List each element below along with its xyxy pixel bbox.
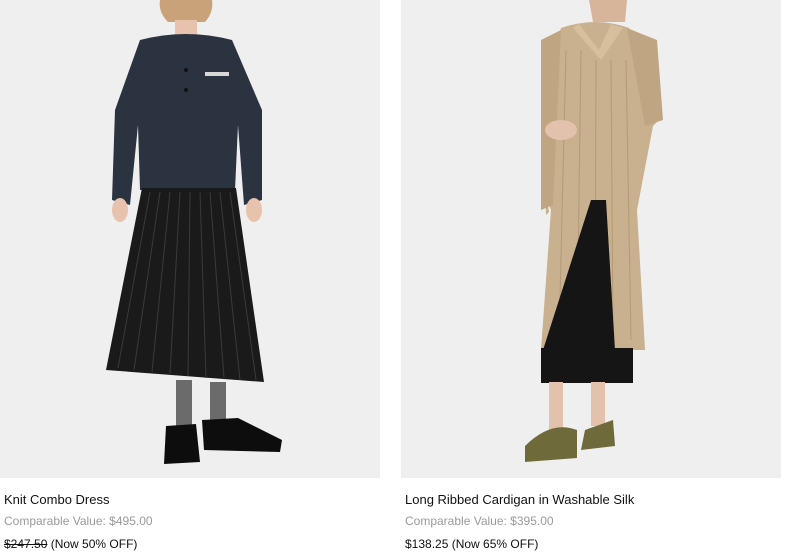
product-name[interactable]: Knit Combo Dress bbox=[4, 492, 109, 507]
product-name[interactable]: Long Ribbed Cardigan in Washable Silk bbox=[405, 492, 634, 507]
product-image[interactable] bbox=[401, 0, 781, 478]
price-line: $138.25 (Now 65% OFF) bbox=[405, 537, 538, 551]
comparable-value: Comparable Value: $395.00 bbox=[405, 514, 554, 528]
product-photo-knit-combo-dress bbox=[0, 0, 380, 478]
product-image[interactable] bbox=[0, 0, 380, 478]
sale-price: $138.25 bbox=[405, 537, 449, 551]
product-card-knit-combo-dress[interactable]: Knit Combo Dress Comparable Value: $495.… bbox=[0, 0, 380, 551]
discount-label: (Now 65% OFF) bbox=[448, 537, 539, 551]
discount-label: (Now 50% OFF) bbox=[47, 537, 138, 551]
price-line: $247.50 (Now 50% OFF) bbox=[4, 537, 137, 551]
sale-price: $247.50 bbox=[4, 537, 48, 551]
product-card-long-ribbed-cardigan[interactable]: Long Ribbed Cardigan in Washable Silk Co… bbox=[401, 0, 781, 551]
product-photo-long-ribbed-cardigan bbox=[401, 0, 781, 478]
comparable-value: Comparable Value: $495.00 bbox=[4, 514, 153, 528]
